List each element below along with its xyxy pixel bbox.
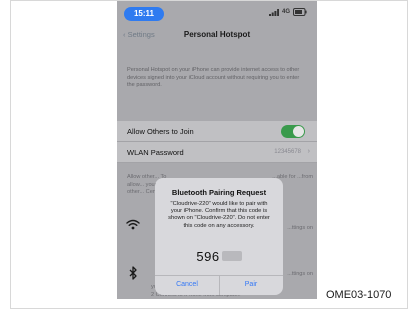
toggle-knob (293, 126, 304, 137)
allow-others-toggle[interactable] (281, 125, 305, 138)
chevron-right-icon: › (307, 148, 310, 155)
wlan-password-label: WLAN Password (127, 148, 184, 157)
cancel-button[interactable]: Cancel (155, 275, 219, 295)
allow-others-row: Allow Others to Join (117, 121, 317, 142)
wlan-password-row[interactable]: WLAN Password 12345678 › (117, 142, 317, 163)
signal-icon (268, 9, 279, 16)
phone-screen: 15:11 4G ‹ Settings Personal Hotspot Per… (117, 1, 317, 299)
wlan-password-value: 12345678 (274, 149, 301, 155)
page-title: Personal Hotspot (183, 30, 251, 39)
navigation-bar: ‹ Settings Personal Hotspot (117, 24, 317, 46)
pair-button[interactable]: Pair (219, 275, 283, 295)
pairing-code-blurred (221, 251, 242, 261)
alert-title: Bluetooth Pairing Request (171, 188, 267, 197)
network-label: 4G (281, 9, 290, 15)
pairing-code-digits: 596 (196, 249, 220, 264)
bluetooth-pairing-alert: Bluetooth Pairing Request "Cloudrive-220… (155, 178, 283, 295)
battery-icon (293, 8, 307, 16)
status-time: 15:11 (124, 7, 164, 21)
allow-others-label: Allow Others to Join (127, 127, 194, 136)
status-indicators: 4G (268, 8, 307, 16)
bluetooth-icon (129, 266, 137, 280)
hotspot-description: Personal Hotspot on your iPhone can prov… (127, 67, 300, 88)
status-bar: 15:11 4G (117, 1, 317, 23)
alert-message: "Cloudrive-220" would like to pair with … (168, 201, 270, 229)
pairing-code: 596 (155, 249, 283, 264)
figure-code: OME03-1070 (326, 289, 392, 301)
wifi-icon (126, 219, 140, 230)
